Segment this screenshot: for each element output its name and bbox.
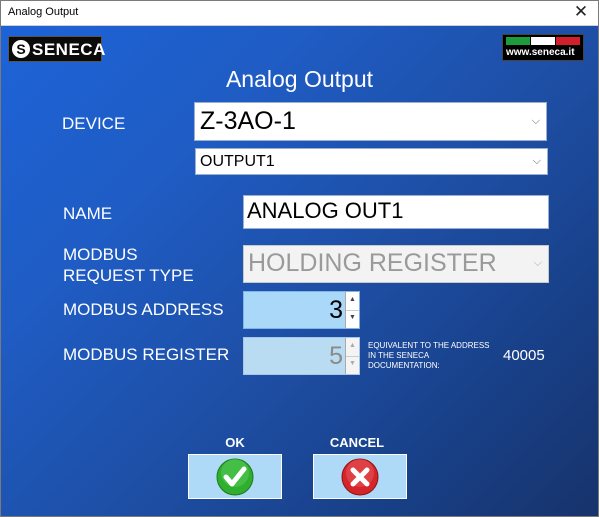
modbus-register-value: 5 [329, 342, 343, 370]
chevron-down-icon: ⌵ [532, 155, 541, 167]
close-icon[interactable]: ✕ [570, 2, 592, 22]
spin-down-icon[interactable]: ▼ [346, 310, 359, 328]
flag-red-stripe [556, 37, 580, 45]
spin-up-icon: ▲ [346, 338, 359, 357]
flag-white-stripe [531, 37, 555, 45]
modbus-register-stepper: 5 ▲ ▼ [243, 337, 360, 375]
modbus-address-label: MODBUS ADDRESS [63, 300, 224, 319]
check-icon [216, 458, 254, 496]
analog-output-window: Analog Output ✕ S SENECA www.seneca.it A… [0, 0, 599, 517]
equivalent-address-value: 40005 [503, 347, 545, 364]
device-label: DEVICE [62, 114, 126, 133]
request-type-label-line1: MODBUS [63, 245, 138, 264]
request-type-label-line2: REQUEST TYPE [63, 266, 194, 285]
dialog-body: S SENECA www.seneca.it Analog Output DEV… [1, 26, 598, 516]
title-bar: Analog Output ✕ [1, 1, 598, 26]
cancel-button[interactable] [313, 454, 407, 499]
modbus-register-label: MODBUS REGISTER [63, 345, 230, 364]
name-label: NAME [63, 204, 113, 223]
modbus-address-value: 3 [329, 296, 343, 324]
name-input[interactable]: ANALOG OUT1 [243, 195, 549, 229]
seneca-logo-text: SENECA [32, 40, 106, 59]
window-title: Analog Output [8, 6, 79, 18]
equivalent-address-note: EQUIVALENT TO THE ADDRESS IN THE SENECA … [368, 341, 490, 370]
italian-flag-logo: www.seneca.it [502, 34, 584, 61]
request-type-select: HOLDING REGISTER ⌵ [243, 245, 549, 283]
modbus-register-spin-buttons: ▲ ▼ [345, 338, 359, 374]
output-select[interactable]: OUTPUT1 ⌵ [195, 148, 548, 175]
flag-green-stripe [506, 37, 530, 45]
seneca-logo: S SENECA [8, 36, 105, 62]
ok-label: OK [225, 435, 245, 450]
chevron-down-icon: ⌵ [531, 115, 540, 127]
seneca-url: www.seneca.it [506, 47, 575, 58]
modbus-address-spin-buttons: ▲ ▼ [345, 292, 359, 328]
seneca-logo-mark: S [12, 40, 30, 58]
output-select-value: OUTPUT1 [200, 153, 275, 170]
chevron-down-icon: ⌵ [533, 257, 542, 269]
spin-down-icon: ▼ [349, 360, 356, 367]
device-select-value: Z-3AO-1 [200, 107, 296, 135]
spin-up-icon[interactable]: ▲ [346, 292, 359, 311]
ok-button[interactable] [188, 454, 282, 499]
modbus-address-stepper[interactable]: 3 ▲ ▼ [243, 291, 360, 329]
x-icon [341, 458, 379, 496]
request-type-value: HOLDING REGISTER [248, 249, 497, 277]
page-title: Analog Output [225, 66, 374, 92]
device-select[interactable]: Z-3AO-1 ⌵ [194, 102, 547, 141]
cancel-label: CANCEL [329, 435, 385, 450]
